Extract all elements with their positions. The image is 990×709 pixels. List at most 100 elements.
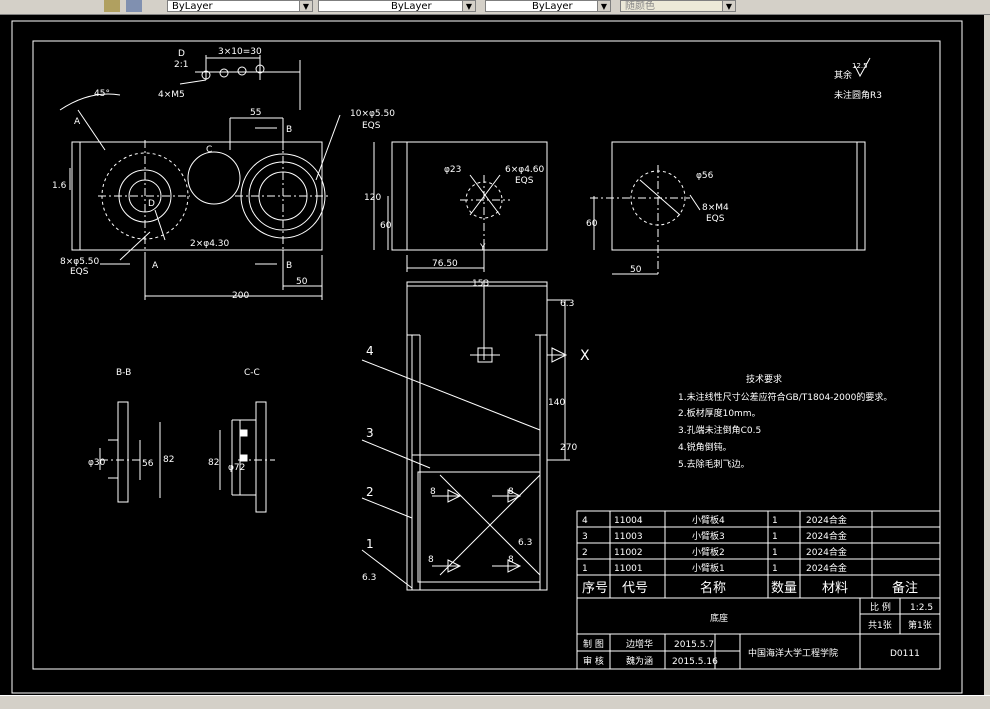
checker-role: 审 核 — [583, 655, 604, 667]
dim-55: 55 — [250, 108, 261, 118]
bom-name: 小臂板1 — [692, 562, 725, 574]
bom-qty: 1 — [772, 548, 778, 558]
bom-no: 2 — [582, 548, 588, 558]
dim-bb-phi30: φ30 — [88, 458, 106, 468]
layer-combo-value: ByLayer — [172, 1, 213, 12]
vertical-scrollbar[interactable] — [984, 15, 990, 695]
designer-role: 制 图 — [583, 638, 604, 650]
dim-eqs-4: EQS — [706, 214, 725, 224]
part-label-1: 1 — [366, 537, 374, 551]
bom-header-qty: 数量 — [771, 581, 797, 596]
dim-50-front: 50 — [296, 277, 308, 287]
dim-angle45: 45° — [94, 89, 110, 99]
tech-item-4: 4.锐角倒钝。 — [678, 441, 732, 453]
bom-code: 11002 — [614, 548, 643, 558]
section-bb-label: B-B — [116, 368, 131, 378]
bom-no: 1 — [582, 564, 588, 574]
bom-header-no: 序号 — [582, 581, 608, 596]
status-bar — [0, 695, 990, 709]
side-view-2 — [611, 141, 866, 251]
bom-header-name: 名称 — [700, 580, 726, 596]
label-a-bottom: A — [152, 261, 159, 271]
side-view-1 — [391, 141, 548, 251]
bom-qty: 1 — [772, 564, 778, 574]
dim-bb-56: 56 — [142, 459, 154, 469]
label-d: D — [148, 199, 155, 209]
layers-stack-icon[interactable] — [126, 0, 142, 12]
cad-drawing: D 2:1 3×10=30 4×M5 45° 55 10×φ5.50 EQS A… — [11, 20, 963, 694]
label-y: Y — [479, 243, 486, 253]
tech-item-3: 3.孔端未注倒角C0.5 — [678, 424, 761, 436]
dim-8-holes: 8×φ5.50 — [60, 257, 100, 267]
detail-d-label: D — [178, 49, 185, 59]
bom-header-material: 材料 — [822, 581, 848, 596]
dim-153: 153 — [472, 279, 489, 289]
dim-50-side2: 50 — [630, 265, 642, 275]
dim-2-holes: 2×φ4.30 — [190, 239, 230, 249]
linetype-combo[interactable]: ByLayer ▼ — [318, 0, 476, 12]
chevron-down-icon: ▼ — [462, 1, 475, 11]
dim-bb-82: 82 — [163, 455, 174, 465]
chevron-down-icon: ▼ — [299, 1, 312, 11]
dim-cc-phi72: φ72 — [228, 463, 245, 473]
scale-label: 比 例 — [870, 601, 891, 613]
tech-item-5: 5.去除毛刺飞边。 — [678, 458, 750, 470]
weld-8-c: 8 — [428, 555, 434, 565]
bom-material: 2024合金 — [806, 546, 847, 558]
scale-value: 1:2.5 — [910, 603, 933, 613]
bom-name: 小臂板4 — [692, 514, 725, 526]
dim-1-6: 1.6 — [52, 181, 67, 191]
label-b-top: B — [286, 125, 292, 135]
roughness-value: 12.5 — [852, 62, 868, 70]
bom-qty: 1 — [772, 532, 778, 542]
design-date: 2015.5.7 — [674, 640, 714, 650]
bom-name: 小臂板3 — [692, 530, 725, 542]
dim-60-side1: 60 — [380, 221, 392, 231]
dim-140: 140 — [548, 398, 565, 408]
dim-eqs-3: EQS — [515, 176, 534, 186]
linetype-combo-value: ByLayer — [391, 1, 432, 12]
dim-120: 120 — [364, 193, 381, 203]
sheets-total: 共1张 — [868, 620, 892, 631]
roughness-other: 其余 — [834, 69, 852, 81]
dim-4m5: 4×M5 — [158, 90, 185, 100]
tech-item-1: 1.未注线性尺寸公差应符合GB/T1804-2000的要求。 — [678, 391, 892, 403]
bom-header-note: 备注 — [892, 580, 918, 596]
label-x: X — [580, 348, 590, 364]
bom-material: 2024合金 — [806, 562, 847, 574]
label-c: C — [206, 145, 212, 155]
bom-material: 2024合金 — [806, 530, 847, 542]
dim-200: 200 — [232, 291, 249, 301]
layer-icon[interactable] — [104, 0, 120, 12]
drawing-canvas[interactable]: D 2:1 3×10=30 4×M5 45° 55 10×φ5.50 EQS A… — [0, 15, 990, 695]
drawing-title: 底座 — [710, 612, 728, 624]
dim-phi56: φ56 — [696, 171, 714, 181]
layer-combo[interactable]: ByLayer ▼ — [167, 0, 313, 12]
color-combo[interactable]: 随颜色 ▼ — [620, 0, 736, 12]
weld-8-a: 8 — [430, 487, 436, 497]
properties-toolbar: ByLayer ▼ ByLayer ▼ ByLayer ▼ 随颜色 ▼ — [0, 0, 990, 15]
dim-8m4: 8×M4 — [702, 203, 729, 213]
bom-material: 2024合金 — [806, 514, 847, 526]
bom-no: 3 — [582, 532, 588, 542]
sheet-border — [11, 20, 963, 694]
dim-6-3-b: 6.3 — [518, 538, 532, 548]
school-name: 中国海洋大学工程学院 — [748, 647, 838, 659]
chevron-down-icon: ▼ — [722, 1, 735, 11]
dim-eqs-2: EQS — [70, 267, 89, 277]
tech-item-2: 2.板材厚度10mm。 — [678, 407, 761, 419]
bom-name: 小臂板2 — [692, 546, 725, 558]
dim-10-holes: 10×φ5.50 — [350, 109, 395, 119]
label-b-bottom: B — [286, 261, 292, 271]
chevron-down-icon: ▼ — [597, 1, 610, 11]
dim-60-side2: 60 — [586, 219, 598, 229]
section-cc-label: C-C — [244, 368, 260, 378]
drawing-number: D0111 — [890, 649, 920, 659]
part-label-3: 3 — [366, 426, 374, 440]
lineweight-combo[interactable]: ByLayer ▼ — [485, 0, 611, 12]
chamfer-note: 未注圆角R3 — [834, 89, 882, 101]
bom-qty: 1 — [772, 516, 778, 526]
dim-phi23: φ23 — [444, 165, 461, 175]
dim-6-holes: 6×φ4.60 — [505, 165, 545, 175]
weld-8-d: 8 — [508, 555, 514, 565]
